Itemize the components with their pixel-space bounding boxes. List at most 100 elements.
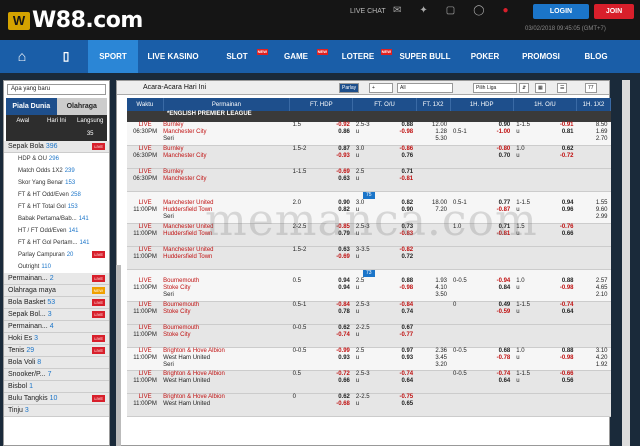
ht-1x2-cell[interactable] bbox=[576, 223, 611, 247]
ft-hdp-cell[interactable]: 0.5 -0.72 0.66 bbox=[289, 370, 353, 394]
ht-hdp-cell[interactable] bbox=[450, 393, 514, 417]
ft-hdp-cell[interactable]: 0.5 0.94 0.94 bbox=[289, 278, 353, 302]
tab-olahraga[interactable]: Olahraga bbox=[56, 98, 107, 115]
sidebar-item[interactable]: Bisbol 1 bbox=[4, 381, 109, 393]
gift-icon[interactable]: ✦ bbox=[419, 5, 427, 16]
column-header[interactable]: FT. O/U bbox=[352, 98, 417, 111]
odds[interactable]: 0.88 bbox=[401, 278, 413, 285]
sidebar-item[interactable]: Bola Voli 8 bbox=[4, 357, 109, 369]
home-icon[interactable]: ⌂ bbox=[0, 40, 44, 73]
odds[interactable]: -0.74 bbox=[560, 302, 574, 309]
sidebar-select[interactable]: Apa yang baru bbox=[7, 84, 106, 95]
subtab-awal[interactable]: Awal bbox=[6, 115, 40, 141]
odds[interactable]: 0.94 bbox=[562, 200, 574, 207]
ft-1x2-cell[interactable] bbox=[416, 393, 451, 417]
odds[interactable]: -1.00 bbox=[497, 129, 511, 136]
column-header[interactable]: FT. HDP bbox=[289, 98, 354, 111]
odds[interactable]: 0.76 bbox=[401, 153, 413, 160]
ft-ou-cell[interactable]: 2.5-3 -0.74 u 0.64 bbox=[352, 370, 417, 394]
ht-ou-cell[interactable]: 1-1.5 -0.91 u 0.81 bbox=[513, 122, 577, 146]
nav-promosi[interactable]: PROMOSI bbox=[510, 40, 572, 73]
odds[interactable]: -0.84 bbox=[399, 302, 413, 309]
scrollbar-right[interactable] bbox=[622, 80, 630, 446]
odds[interactable]: 0.67 bbox=[401, 325, 413, 332]
odds[interactable]: -0.86 bbox=[399, 146, 413, 153]
ft-hdp-cell[interactable]: 0.5-1 -0.84 0.78 bbox=[289, 301, 353, 325]
odds[interactable]: 0.62 bbox=[562, 146, 574, 153]
column-header[interactable]: 1H. O/U bbox=[513, 98, 578, 111]
odds[interactable]: -0.72 bbox=[336, 371, 350, 378]
ft-1x2-cell[interactable] bbox=[416, 301, 451, 325]
odds[interactable]: -0.80 bbox=[497, 146, 511, 153]
join-button[interactable]: JOIN bbox=[594, 4, 634, 19]
odds[interactable]: 0.78 bbox=[338, 309, 350, 316]
subtab-hari-ini[interactable]: Hari Ini bbox=[40, 115, 74, 141]
nav-live-kasino[interactable]: LIVE KASINO bbox=[138, 40, 208, 73]
ht-hdp-cell[interactable]: 0-0.5 0.68 -0.78 bbox=[450, 347, 514, 371]
ht-1x2-cell[interactable] bbox=[576, 370, 611, 394]
ht-1x2-cell[interactable] bbox=[576, 145, 611, 169]
odds[interactable]: 0.96 bbox=[562, 207, 574, 214]
ft-hdp-cell[interactable]: 1.5-2 0.63 -0.69 bbox=[289, 246, 353, 270]
odds[interactable]: 0.70 bbox=[499, 153, 511, 160]
ht-ou-cell[interactable]: 1.0 0.88 u -0.98 bbox=[513, 278, 577, 302]
sidebar-item[interactable]: Tinju 3 bbox=[4, 405, 109, 417]
ft-1x2-cell[interactable] bbox=[416, 168, 451, 192]
ht-ou-cell[interactable]: 1.0 0.62 u -0.72 bbox=[513, 145, 577, 169]
odds[interactable]: 0.62 bbox=[338, 325, 350, 332]
ft-ou-cell[interactable]: 2.5 0.97 u 0.93 bbox=[352, 347, 417, 371]
column-header[interactable]: Waktu bbox=[127, 98, 164, 111]
odds[interactable]: 0.71 bbox=[401, 169, 413, 176]
odds[interactable]: -0.78 bbox=[497, 355, 511, 362]
odds[interactable]: 0.94 bbox=[338, 278, 350, 285]
filter-select[interactable]: All bbox=[397, 83, 453, 93]
sidebar-item[interactable]: Match Odds 1X2 239 bbox=[4, 165, 109, 177]
odds[interactable]: 0.74 bbox=[401, 309, 413, 316]
nav-sport[interactable]: SPORT bbox=[88, 40, 138, 73]
ht-1x2-cell[interactable]: 2.57 4.65 2.10 bbox=[576, 278, 611, 302]
odds[interactable]: 0.56 bbox=[562, 378, 574, 385]
ft-1x2-cell[interactable]: 12.00 1.28 5.30 bbox=[416, 122, 451, 146]
odds[interactable]: -0.69 bbox=[336, 254, 350, 261]
odds[interactable]: 0.87 bbox=[338, 146, 350, 153]
odds[interactable]: -0.59 bbox=[497, 309, 511, 316]
ft-ou-cell[interactable]: 2.5-3 -0.84 u 0.74 bbox=[352, 301, 417, 325]
ft-ou-cell[interactable]: 2.5 0.88 u -0.98 bbox=[352, 278, 417, 302]
odds[interactable]: 0.65 bbox=[401, 401, 413, 408]
scrollbar-left[interactable] bbox=[116, 265, 121, 446]
odds[interactable]: -0.99 bbox=[336, 348, 350, 355]
nav-super-bull[interactable]: SUPER BULL bbox=[390, 40, 460, 73]
odds[interactable]: 0.63 bbox=[338, 176, 350, 183]
ft-ou-cell[interactable]: 3.0 -0.86 u 0.76 bbox=[352, 145, 417, 169]
sidebar-item[interactable]: Olahraga maya NEW bbox=[4, 285, 109, 297]
ht-hdp-cell[interactable]: -0.80 0.70 bbox=[450, 145, 514, 169]
ht-hdp-cell[interactable] bbox=[450, 168, 514, 192]
ht-hdp-cell[interactable] bbox=[450, 246, 514, 270]
ht-hdp-cell[interactable]: 0-0.5 -0.74 0.64 bbox=[450, 370, 514, 394]
odds[interactable]: -0.66 bbox=[560, 371, 574, 378]
sidebar-item[interactable]: Permainan... 2 LIVE bbox=[4, 273, 109, 285]
ht-ou-cell[interactable]: 1-1.5 -0.66 u 0.56 bbox=[513, 370, 577, 394]
column-header[interactable]: Permainan bbox=[163, 98, 291, 111]
sidebar-item[interactable]: Babak Pertama/Bab... 141 bbox=[4, 213, 109, 225]
ft-hdp-cell[interactable]: 0 0.62 -0.68 bbox=[289, 393, 353, 417]
odds[interactable]: -0.76 bbox=[560, 224, 574, 231]
ht-1x2-cell[interactable]: 8.50 1.69 2.70 bbox=[576, 122, 611, 146]
sidebar-item[interactable]: FT & HT Odd/Even 258 bbox=[4, 189, 109, 201]
ft-hdp-cell[interactable]: 1-1.5 -0.69 0.63 bbox=[289, 168, 353, 192]
odds[interactable]: 0.88 bbox=[562, 348, 574, 355]
odds[interactable]: -0.74 bbox=[336, 332, 350, 339]
tab-piala-dunia[interactable]: Piala Dunia bbox=[6, 98, 57, 115]
column-header[interactable]: 1H. HDP bbox=[450, 98, 514, 111]
ft-hdp-cell[interactable]: 0-0.5 -0.99 0.93 bbox=[289, 347, 353, 371]
ht-1x2-cell[interactable]: 1.55 9.60 2.99 bbox=[576, 200, 611, 224]
grid-icon[interactable]: ▦ bbox=[535, 83, 546, 93]
ht-ou-cell[interactable] bbox=[513, 168, 577, 192]
sidebar-item[interactable]: Outright 110 bbox=[4, 261, 109, 273]
mobile-nav-icon[interactable]: ▯ bbox=[44, 40, 88, 73]
league-select[interactable]: Pilih Liga bbox=[473, 83, 517, 93]
ft-1x2-cell[interactable] bbox=[416, 324, 451, 348]
ft-hdp-cell[interactable]: 1.5-2 0.87 -0.93 bbox=[289, 145, 353, 169]
odds[interactable]: 0.64 bbox=[401, 378, 413, 385]
ft-ou-cell[interactable]: 2.5-3 0.88 u -0.98 bbox=[352, 122, 417, 146]
